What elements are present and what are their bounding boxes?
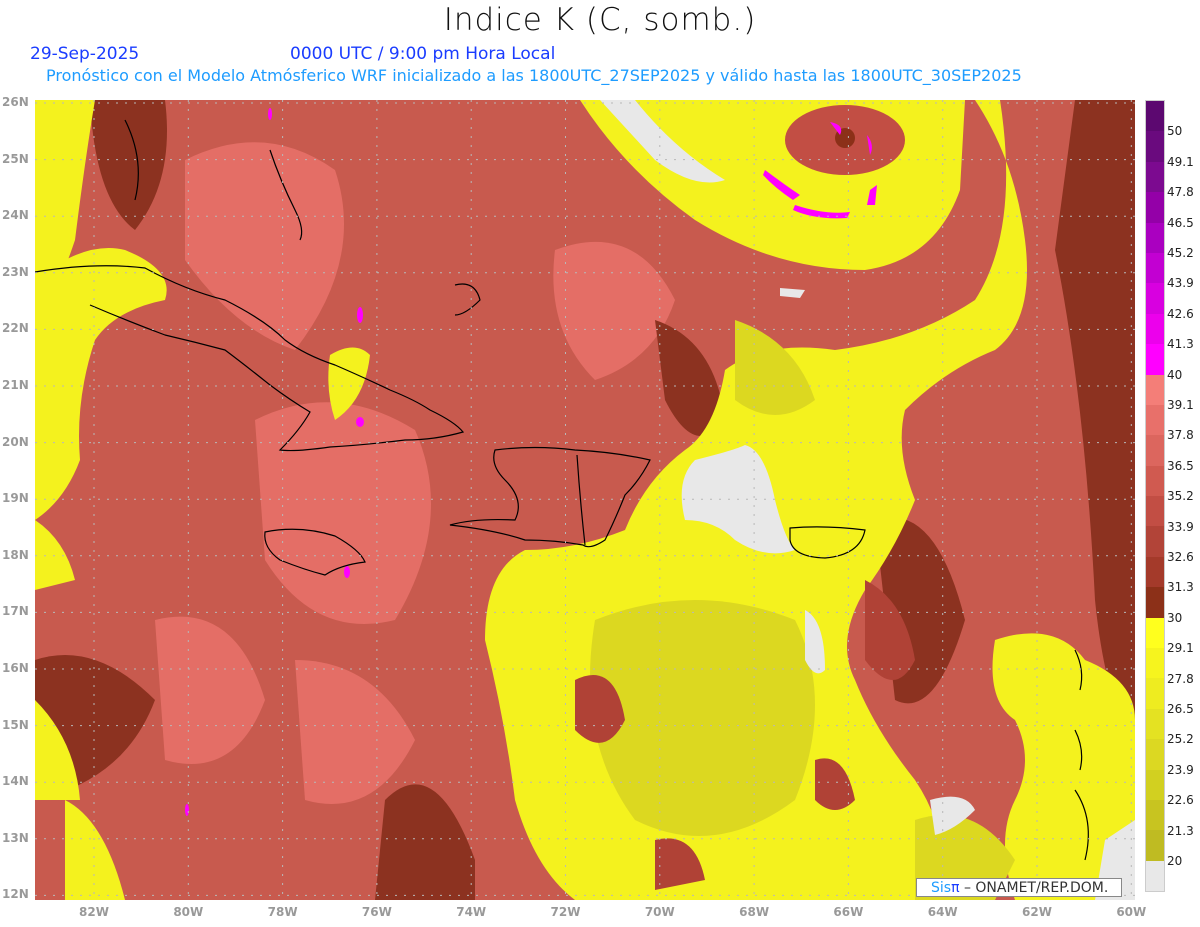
colorbar-swatch (1146, 192, 1164, 223)
colorbar-label: 32.6 (1167, 550, 1194, 564)
colorbar-label: 39.1 (1167, 398, 1194, 412)
colorbar-swatch (1146, 465, 1164, 497)
lat-label: 14N (2, 774, 29, 789)
colorbar-swatch (1146, 587, 1164, 618)
credit-text: – ONAMET/REP.DOM. (959, 880, 1109, 896)
credit-brand: Sis (931, 880, 952, 896)
colorbar-swatch (1146, 526, 1164, 557)
colorbar-label: 50 (1167, 124, 1183, 139)
credit-brand-pi: π (951, 880, 960, 896)
colorbar-swatch (1146, 556, 1164, 588)
colorbar-label: 43.9 (1167, 276, 1194, 291)
model-subtitle: Pronóstico con el Modelo Atmósferico WRF… (46, 66, 1022, 85)
lon-label: 62W (1022, 905, 1052, 919)
colorbar-label: 41.3 (1167, 337, 1194, 352)
lon-label: 80W (173, 905, 204, 919)
lon-label: 64W (927, 905, 958, 919)
colorbar-label: 33.9 (1167, 519, 1194, 534)
lon-label: 78W (267, 905, 298, 919)
forecast-time: 0000 UTC / 9:00 pm Hora Local (290, 44, 556, 64)
colorbar-swatch (1146, 496, 1164, 527)
colorbar-label: 21.3 (1167, 823, 1194, 838)
lat-label: 15N (2, 717, 29, 732)
colorbar-swatch (1146, 404, 1164, 436)
lon-label: 76W (361, 905, 392, 919)
colorbar-label: 30 (1167, 610, 1183, 625)
lat-label: 25N (2, 151, 29, 166)
colorbar-label: 25.2 (1167, 732, 1194, 747)
lat-label: 23N (2, 264, 29, 279)
colorbar-swatch (1146, 283, 1164, 314)
colorbar-swatch (1146, 435, 1164, 466)
colorbar-swatch (1146, 830, 1164, 861)
lon-label: 72W (550, 905, 581, 919)
colorbar-label: 27.8 (1167, 671, 1194, 686)
colorbar-label: 20 (1167, 854, 1183, 868)
colorbar (1145, 100, 1165, 893)
lat-label: 13N (2, 830, 29, 845)
colorbar-swatch (1146, 222, 1164, 253)
colorbar-label: 26.5 (1167, 702, 1194, 716)
map-title: Indice K (C, somb.) (443, 2, 757, 38)
colorbar-label: 29.1 (1167, 641, 1194, 656)
lat-label: 22N (2, 321, 29, 336)
colorbar-swatch (1146, 708, 1164, 740)
colorbar-label: 31.3 (1167, 580, 1194, 595)
colorbar-swatch (1146, 252, 1164, 284)
colorbar-swatch (1146, 313, 1164, 345)
colorbar-swatch (1146, 101, 1164, 132)
colorbar-label: 37.8 (1167, 428, 1194, 443)
colorbar-swatch (1146, 769, 1164, 800)
colorbar-swatch (1146, 648, 1164, 679)
lon-label: 82W (79, 905, 109, 919)
colorbar-label: 45.2 (1167, 246, 1194, 260)
lat-label: 26N (2, 95, 29, 109)
colorbar-label: 49.1 (1167, 154, 1194, 169)
colorbar-swatch (1146, 860, 1164, 892)
lat-label: 24N (2, 208, 29, 223)
credit-logo: Sisπ – ONAMET/REP.DOM. (916, 878, 1122, 897)
colorbar-swatch (1146, 617, 1164, 649)
lon-label: 66W (833, 905, 864, 919)
lat-label: 12N (2, 887, 29, 902)
lon-label: 74W (456, 905, 487, 919)
lat-label: 16N (2, 661, 29, 675)
lon-label: 68W (739, 905, 770, 919)
colorbar-swatch (1146, 374, 1164, 405)
colorbar-label: 47.8 (1167, 185, 1194, 200)
colorbar-label: 40 (1167, 367, 1183, 382)
lon-label: 70W (644, 905, 675, 919)
colorbar-label: 23.9 (1167, 762, 1194, 777)
forecast-date: 29-Sep-2025 (30, 44, 140, 64)
colorbar-swatch (1146, 739, 1164, 770)
k-index-map (35, 100, 1135, 900)
colorbar-swatch (1146, 131, 1164, 162)
lon-label: 60W (1116, 905, 1147, 919)
colorbar-swatch (1146, 161, 1164, 193)
lat-label: 21N (2, 378, 29, 392)
lat-label: 19N (2, 491, 29, 506)
lat-label: 17N (2, 604, 29, 619)
lat-label: 18N (2, 547, 29, 562)
colorbar-label: 36.5 (1167, 458, 1194, 473)
colorbar-label: 46.5 (1167, 215, 1194, 230)
colorbar-swatch (1146, 799, 1164, 831)
colorbar-label: 42.6 (1167, 306, 1194, 321)
colorbar-swatch (1146, 678, 1164, 709)
colorbar-label: 22.6 (1167, 793, 1194, 808)
colorbar-label: 35.2 (1167, 489, 1194, 504)
colorbar-swatch (1146, 344, 1164, 375)
lat-label: 20N (2, 434, 29, 449)
